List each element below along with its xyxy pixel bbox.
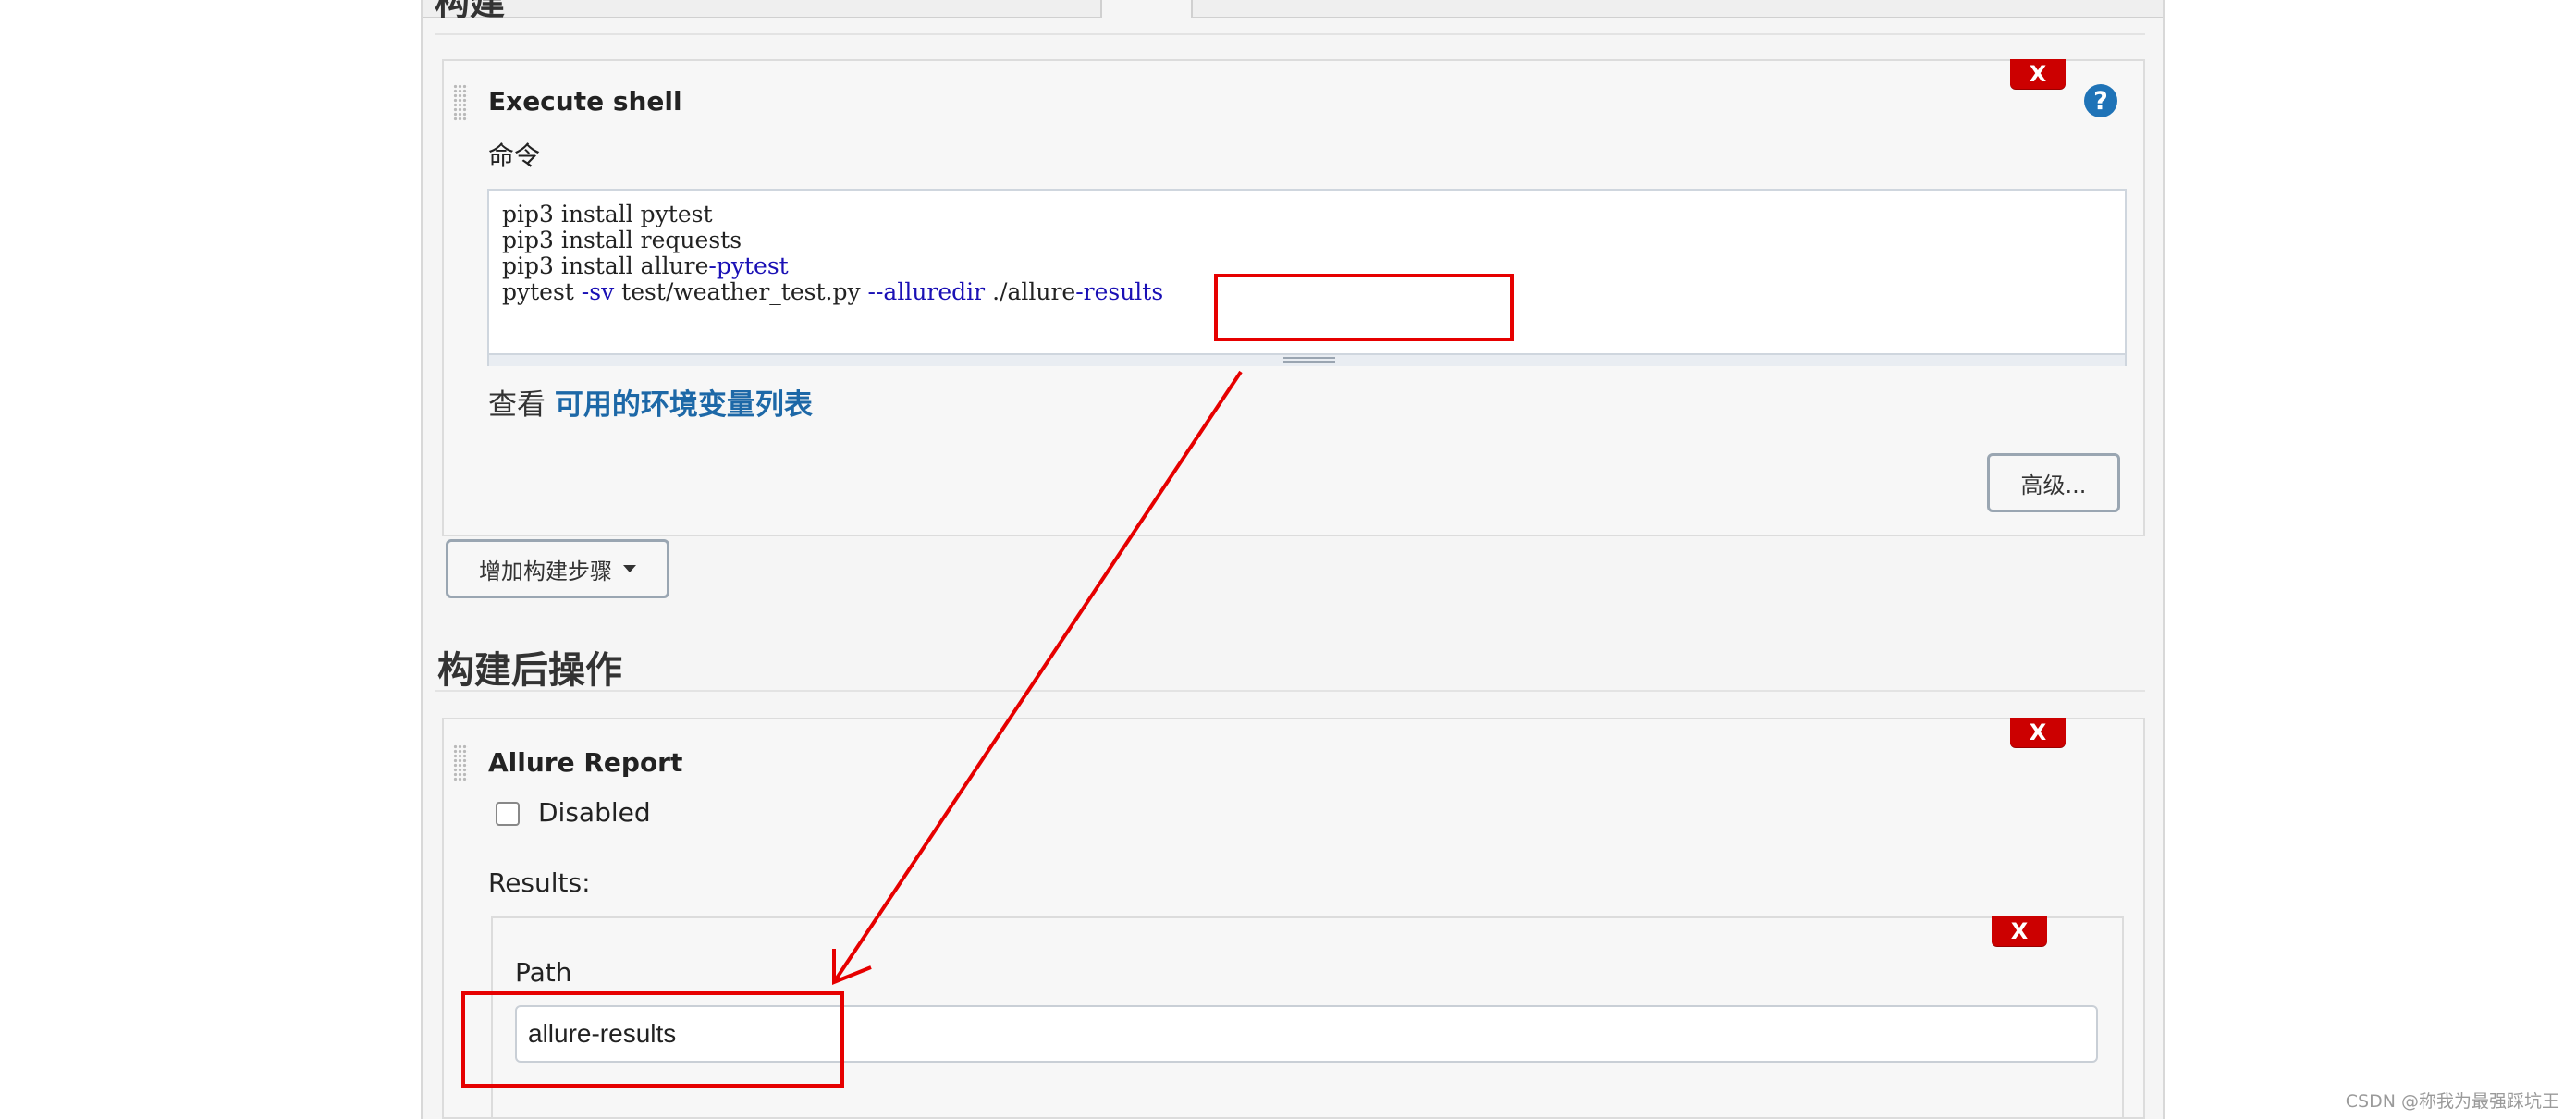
watermark: CSDN @称我为最强踩坑王 [2345,1091,2559,1112]
annotation-arrow-icon [832,370,1243,985]
